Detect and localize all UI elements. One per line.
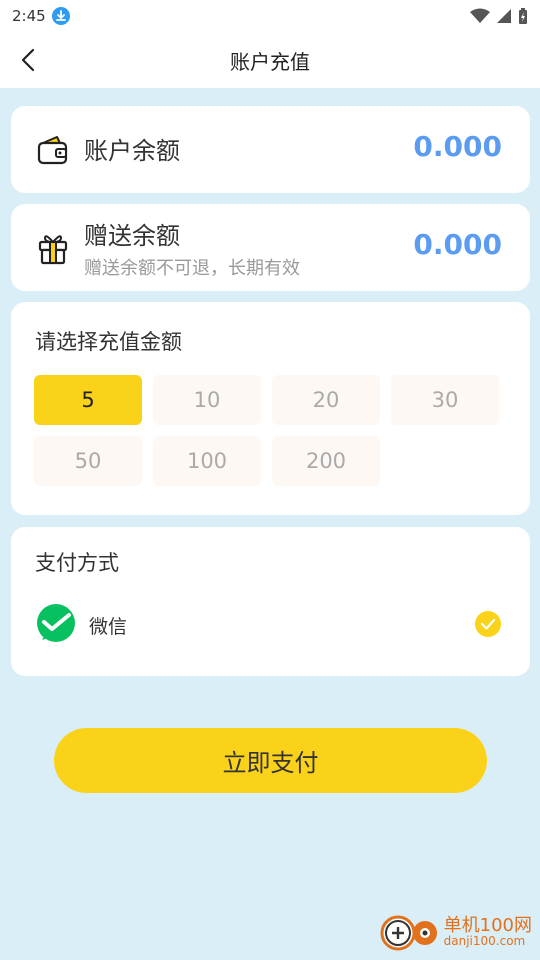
page-title: 账户充值: [230, 49, 310, 74]
wifi-icon: [470, 8, 490, 23]
amount-option-100[interactable]: 100: [153, 436, 261, 486]
status-bar: 2:45: [0, 0, 540, 32]
amount-options: 5 10 20 30 50 100 200: [34, 375, 504, 487]
amount-option-50[interactable]: 50: [34, 436, 142, 486]
amount-option-5[interactable]: 5: [34, 375, 142, 425]
amount-option-10[interactable]: 10: [153, 375, 261, 425]
watermark-logo-icon: [380, 915, 437, 951]
payment-method-card: 支付方式 微信: [11, 527, 530, 676]
account-balance-value: 0.000: [413, 130, 502, 163]
wallet-icon: [37, 136, 68, 165]
payment-section-title: 支付方式: [35, 551, 119, 575]
nav-bar: 账户充值: [0, 32, 540, 88]
download-notification-icon: [51, 7, 70, 25]
account-balance-label: 账户余额: [84, 137, 180, 165]
status-time: 2:45: [12, 7, 46, 25]
signal-icon: [497, 9, 511, 23]
chevron-left-icon: [21, 48, 35, 72]
wechat-icon[interactable]: [36, 604, 76, 644]
gift-balance-label: 赠送余额: [84, 222, 180, 250]
watermark-domain: danji100.com: [443, 934, 526, 949]
gift-balance-note: 赠送余额不可退，长期有效: [84, 258, 300, 279]
pay-now-button[interactable]: 立即支付: [54, 728, 487, 793]
gift-balance-value: 0.000: [413, 228, 502, 261]
amount-option-200[interactable]: 200: [272, 436, 380, 486]
gift-icon: [38, 235, 68, 265]
back-button[interactable]: [14, 46, 42, 74]
watermark: 单机100网 danji100.com: [378, 910, 532, 954]
account-balance-card: 账户余额 0.000: [11, 106, 530, 193]
battery-icon: [519, 7, 527, 24]
check-circle-icon[interactable]: [475, 611, 501, 637]
watermark-name: 单机100网: [443, 914, 532, 936]
amount-section-title: 请选择充值金额: [35, 330, 182, 354]
amount-option-20[interactable]: 20: [272, 375, 380, 425]
amount-option-30[interactable]: 30: [391, 375, 499, 425]
wechat-label[interactable]: 微信: [89, 612, 127, 639]
recharge-amount-card: 请选择充值金额 5 10 20 30 50 100 200: [11, 302, 530, 515]
gift-balance-card: 赠送余额 赠送余额不可退，长期有效 0.000: [11, 204, 530, 291]
